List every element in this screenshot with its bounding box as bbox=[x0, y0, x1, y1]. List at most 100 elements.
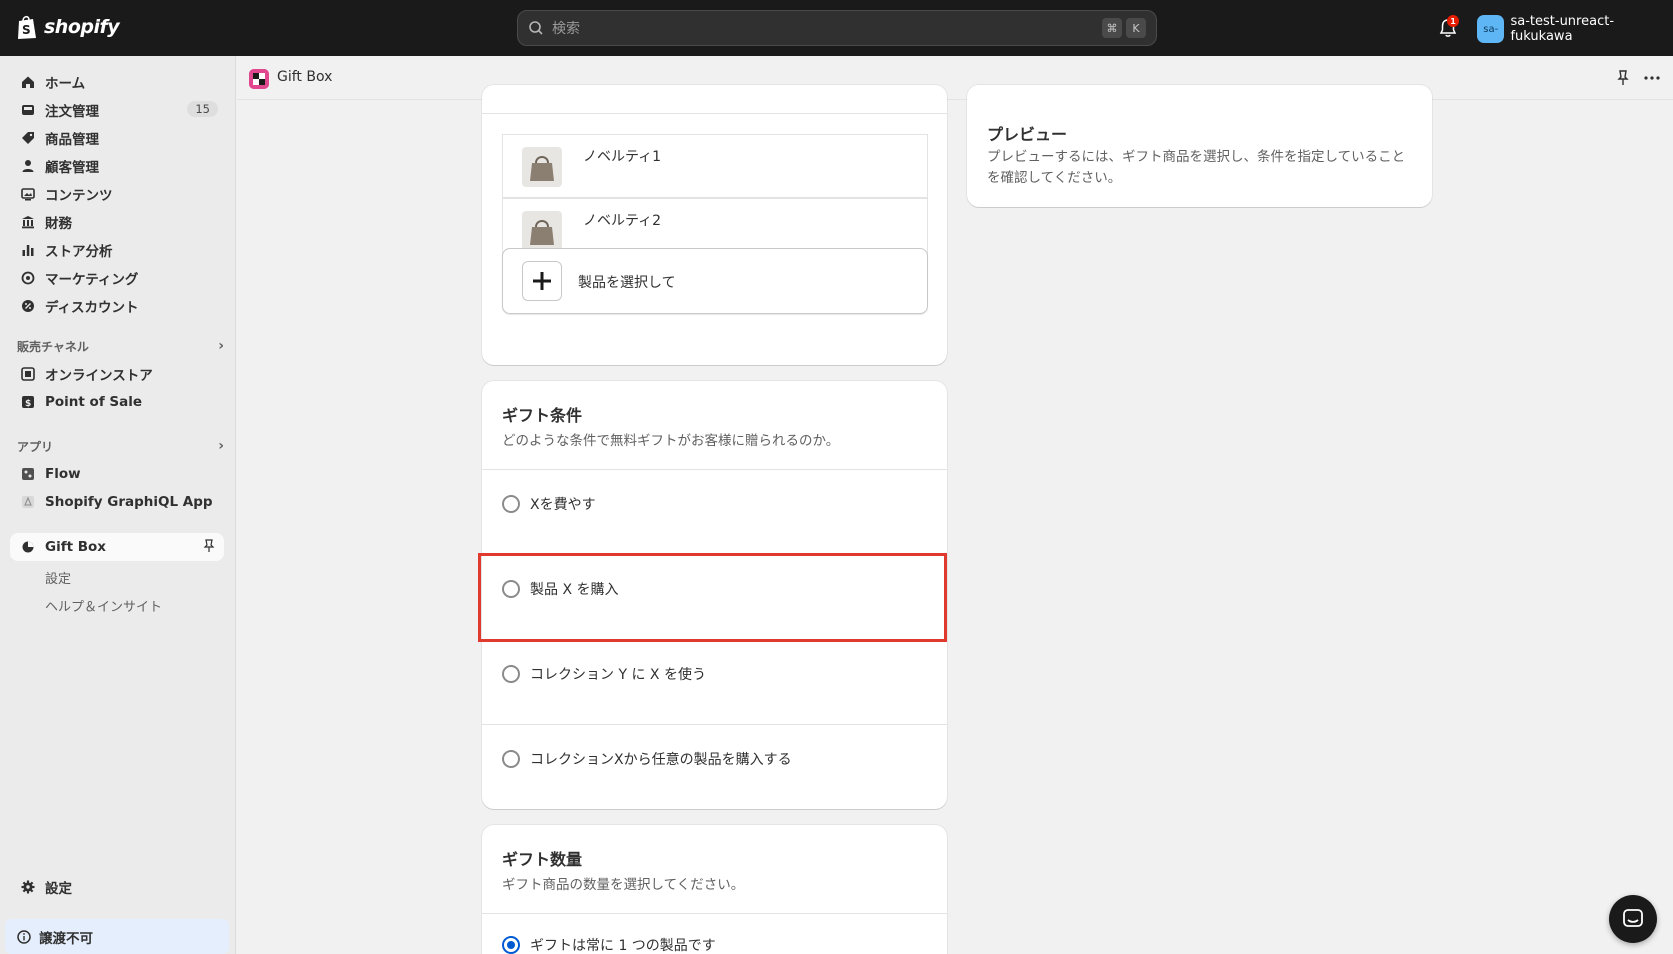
sidebar-item-label: Shopify GraphiQL App bbox=[45, 494, 213, 510]
tote-bag-thumbnail bbox=[522, 147, 562, 187]
sidebar-item-label: 財務 bbox=[45, 216, 72, 232]
sidebar-item-marketing[interactable]: マーケティング bbox=[10, 264, 224, 292]
chat-button[interactable] bbox=[1609, 895, 1657, 943]
sidebar-item-label: オンラインストア bbox=[45, 368, 153, 384]
discount-icon bbox=[20, 298, 36, 314]
condition-option-spend-in-collection[interactable]: コレクション Y に X を使う bbox=[482, 639, 947, 724]
radio-label: コレクションXから任意の製品を購入する bbox=[530, 752, 792, 768]
plus-icon bbox=[522, 261, 562, 301]
search-bar[interactable]: 検索 ⌘ K bbox=[517, 10, 1157, 46]
inbox-icon bbox=[20, 102, 36, 118]
radio-button[interactable] bbox=[502, 665, 520, 683]
person-icon bbox=[20, 158, 36, 174]
gift-conditions-card: ギフト条件 どのような条件で無料ギフトがお客様に贈られるのか。 Xを費やす 製品… bbox=[482, 381, 947, 809]
sidebar-item-pos[interactable]: $ Point of Sale bbox=[10, 388, 224, 416]
shopify-logo[interactable]: S shopify bbox=[16, 14, 120, 40]
pin-icon[interactable] bbox=[1614, 69, 1632, 87]
avatar: sa- bbox=[1477, 15, 1505, 43]
sidebar-item-label: 商品管理 bbox=[45, 132, 99, 148]
graphiql-icon bbox=[20, 494, 36, 510]
sidebar-item-analytics[interactable]: ストア分析 bbox=[10, 236, 224, 264]
apps-label: アプリ bbox=[17, 440, 54, 454]
radio-button[interactable] bbox=[502, 495, 520, 513]
store-icon bbox=[20, 366, 36, 382]
sidebar-item-label: Point of Sale bbox=[45, 394, 143, 410]
non-transferable-label: 譲渡不可 bbox=[39, 930, 93, 947]
sidebar-item-gift-box[interactable]: Gift Box bbox=[10, 533, 224, 561]
sidebar-item-label: Gift Box bbox=[45, 539, 107, 555]
divider bbox=[482, 113, 947, 114]
sidebar-item-label: ディスカウント bbox=[45, 300, 139, 316]
preview-title: プレビュー bbox=[987, 125, 1068, 144]
bank-icon bbox=[20, 214, 36, 230]
sidebar-item-flow[interactable]: Flow bbox=[10, 460, 224, 488]
brand-name: shopify bbox=[44, 16, 120, 38]
sidebar-item-finance[interactable]: 財務 bbox=[10, 208, 224, 236]
shopify-bag-icon: S bbox=[18, 15, 36, 39]
gift-box-app-icon bbox=[20, 539, 36, 555]
sidebar-item-label: 注文管理 bbox=[45, 104, 99, 120]
product-name: ノベルティ1 bbox=[583, 149, 662, 165]
apps-header[interactable]: アプリ › bbox=[17, 438, 224, 455]
gift-quantity-card: ギフト数量 ギフト商品の数量を選択してください。 ギフトは常に 1 つの製品です bbox=[482, 825, 947, 954]
product-name: ノベルティ2 bbox=[583, 213, 662, 229]
select-product-label: 製品を選択して bbox=[578, 275, 676, 291]
sidebar-item-label: ストア分析 bbox=[45, 244, 113, 260]
user-name: sa-test-unreact-fukukawa bbox=[1510, 14, 1615, 44]
gear-icon bbox=[20, 879, 36, 895]
radio-button-selected[interactable] bbox=[502, 936, 520, 954]
sidebar-subitem-settings[interactable]: 設定 bbox=[45, 568, 71, 587]
shortcut-key-k: K bbox=[1126, 18, 1146, 38]
product-row[interactable]: ノベルティ1 bbox=[502, 134, 928, 198]
condition-option-buy-product-x[interactable]: 製品 X を購入 bbox=[482, 554, 947, 639]
tag-icon bbox=[20, 130, 36, 146]
sidebar-item-home[interactable]: ホーム bbox=[10, 68, 224, 96]
shortcut-key-cmd: ⌘ bbox=[1102, 18, 1122, 38]
non-transferable-banner[interactable]: 譲渡不可 bbox=[5, 919, 229, 954]
svg-text:$: $ bbox=[25, 399, 31, 409]
radio-button[interactable] bbox=[502, 750, 520, 768]
sidebar-item-label: ホーム bbox=[45, 76, 86, 92]
home-icon bbox=[20, 74, 36, 90]
orders-count-badge: 15 bbox=[187, 101, 218, 117]
radio-label: Xを費やす bbox=[530, 497, 596, 513]
sales-channels-header[interactable]: 販売チャネル › bbox=[17, 338, 224, 355]
search-placeholder: 検索 bbox=[552, 21, 580, 37]
sidebar-item-orders[interactable]: 注文管理 15 bbox=[10, 96, 224, 124]
bar-chart-icon bbox=[20, 242, 36, 258]
preview-text: プレビューするには、ギフト商品を選択し、条件を指定していることを確認してください… bbox=[987, 149, 1406, 186]
quantity-option-single[interactable]: ギフトは常に 1 つの製品です bbox=[482, 913, 947, 954]
gift-conditions-title: ギフト条件 bbox=[502, 406, 583, 425]
sidebar-subitem-help-insights[interactable]: ヘルプ＆インサイト bbox=[45, 596, 162, 615]
condition-option-spend-x[interactable]: Xを費やす bbox=[482, 469, 947, 554]
pos-icon: $ bbox=[20, 394, 36, 410]
sidebar-item-content[interactable]: コンテンツ bbox=[10, 180, 224, 208]
gift-box-logo bbox=[249, 69, 269, 89]
sidebar-item-products[interactable]: 商品管理 bbox=[10, 124, 224, 152]
chevron-right-icon: › bbox=[218, 438, 224, 454]
gift-quantity-subtitle: ギフト商品の数量を選択してください。 bbox=[502, 877, 745, 893]
image-icon bbox=[20, 186, 36, 202]
sidebar-item-settings[interactable]: 設定 bbox=[10, 873, 224, 901]
sidebar-item-graphiql[interactable]: Shopify GraphiQL App bbox=[10, 488, 224, 516]
flow-icon bbox=[20, 466, 36, 482]
user-menu[interactable]: sa- sa-test-unreact-fukukawa bbox=[1477, 14, 1673, 44]
gift-quantity-title: ギフト数量 bbox=[502, 850, 583, 869]
pin-icon[interactable] bbox=[202, 539, 216, 553]
radio-button[interactable] bbox=[502, 580, 520, 598]
sales-channels-label: 販売チャネル bbox=[17, 340, 89, 354]
more-actions-icon[interactable] bbox=[1642, 69, 1662, 87]
sidebar-item-discounts[interactable]: ディスカウント bbox=[10, 292, 224, 320]
sidebar-item-label: コンテンツ bbox=[45, 188, 113, 204]
preview-card: プレビュー プレビューするには、ギフト商品を選択し、条件を指定していることを確認… bbox=[967, 85, 1432, 207]
sidebar-item-customers[interactable]: 顧客管理 bbox=[10, 152, 224, 180]
notification-badge: 1 bbox=[1447, 15, 1459, 27]
select-product-button[interactable]: 製品を選択して bbox=[502, 248, 928, 314]
condition-option-buy-from-collection[interactable]: コレクションXから任意の製品を購入する bbox=[482, 724, 947, 809]
sidebar-item-online-store[interactable]: オンラインストア bbox=[10, 360, 224, 388]
top-bar: S shopify 検索 ⌘ K 1 sa- sa-test-unreact-f… bbox=[0, 0, 1673, 56]
search-icon bbox=[529, 21, 543, 35]
app-header: Gift Box bbox=[237, 56, 1673, 100]
sidebar-item-label: マーケティング bbox=[45, 272, 139, 288]
info-icon bbox=[17, 929, 31, 944]
